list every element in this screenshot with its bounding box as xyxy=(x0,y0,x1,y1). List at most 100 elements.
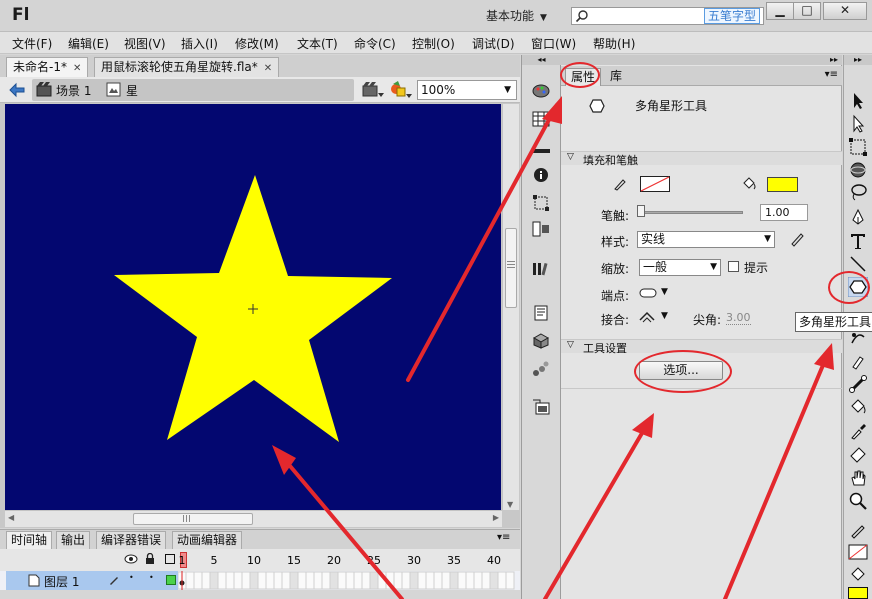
zoom-select[interactable]: 100% ▼ xyxy=(417,80,517,100)
layer-row[interactable]: 图层 1 • • xyxy=(0,571,520,590)
frame-cell[interactable] xyxy=(209,571,219,590)
frame-cell[interactable] xyxy=(185,571,195,590)
selection-tool-icon[interactable] xyxy=(848,91,868,111)
section-fill-stroke[interactable]: ▽ 填充和笔触 xyxy=(561,151,842,167)
frame-cells[interactable] xyxy=(178,571,518,590)
frame-cell[interactable] xyxy=(457,571,467,590)
stroke-color-pencil-icon[interactable] xyxy=(848,520,868,540)
frame-cell[interactable] xyxy=(505,571,515,590)
breadcrumb-scene[interactable]: 场景 1 xyxy=(56,82,91,99)
frame-cell[interactable] xyxy=(401,571,411,590)
frame-cell[interactable] xyxy=(369,571,379,590)
eraser-tool-icon[interactable] xyxy=(848,443,868,463)
info-icon[interactable] xyxy=(532,167,550,183)
stroke-width-input[interactable]: 1.00 xyxy=(760,204,808,221)
frame-cell[interactable] xyxy=(297,571,307,590)
stroke-slider-thumb[interactable] xyxy=(637,205,645,217)
frame-cell[interactable] xyxy=(273,571,283,590)
transform-icon[interactable] xyxy=(532,195,550,211)
menu-text[interactable]: 文本(T) xyxy=(297,35,338,52)
stage-canvas[interactable] xyxy=(5,104,501,510)
menu-help[interactable]: 帮助(H) xyxy=(593,35,635,52)
frame-cell[interactable] xyxy=(249,571,259,590)
paint-bucket-tool-icon[interactable] xyxy=(848,397,868,417)
library-icon[interactable] xyxy=(532,261,550,277)
hand-tool-icon[interactable] xyxy=(848,468,868,488)
join-style-icon[interactable] xyxy=(639,311,655,323)
panel-menu-icon[interactable]: ▾≡ xyxy=(497,532,510,543)
frame-cell[interactable] xyxy=(265,571,275,590)
menu-modify[interactable]: 修改(M) xyxy=(235,35,279,52)
frame-cell[interactable] xyxy=(337,571,347,590)
outline-color-swatch[interactable] xyxy=(166,575,176,585)
frame-cell[interactable] xyxy=(321,571,331,590)
menu-file[interactable]: 文件(F) xyxy=(12,35,52,52)
projector-icon[interactable] xyxy=(532,399,550,415)
fill-color-tool-swatch[interactable] xyxy=(848,587,868,599)
collapse-arrows-icon[interactable]: ▸▸ xyxy=(844,55,872,65)
actions-icon[interactable] xyxy=(532,305,550,321)
frame-cell[interactable] xyxy=(345,571,355,590)
tab-compiler-errors[interactable]: 编译器错误 xyxy=(96,531,167,550)
frame-cell[interactable] xyxy=(233,571,243,590)
menu-control[interactable]: 控制(O) xyxy=(412,35,455,52)
lock-icon[interactable] xyxy=(145,553,155,565)
frame-cell[interactable] xyxy=(425,571,435,590)
frame-cell[interactable] xyxy=(489,571,499,590)
code-snippets-icon[interactable] xyxy=(532,221,550,237)
zoom-tool-icon[interactable] xyxy=(848,491,868,511)
layer-name[interactable]: 图层 1 xyxy=(44,573,79,590)
frame-cell[interactable] xyxy=(433,571,443,590)
fill-bucket-small-icon[interactable] xyxy=(848,565,868,585)
eye-icon[interactable] xyxy=(124,554,138,564)
menu-debug[interactable]: 调试(D) xyxy=(472,35,515,52)
frame-cell[interactable] xyxy=(385,571,395,590)
outline-icon[interactable] xyxy=(165,554,175,564)
frame-cell[interactable] xyxy=(409,571,419,590)
tab-library[interactable]: 库 xyxy=(605,68,627,86)
close-button[interactable]: ✕ xyxy=(823,2,867,20)
frame-cell[interactable] xyxy=(353,571,363,590)
frame-cell[interactable] xyxy=(481,571,491,590)
stroke-slider-track[interactable] xyxy=(637,211,743,214)
frame-cell[interactable] xyxy=(225,571,235,590)
frame-cell[interactable] xyxy=(193,571,203,590)
frame-cell[interactable] xyxy=(497,571,507,590)
hint-checkbox[interactable] xyxy=(728,261,739,272)
free-transform-tool-icon[interactable] xyxy=(848,137,868,157)
motion-presets-icon[interactable] xyxy=(532,361,550,377)
frame-cell[interactable] xyxy=(441,571,451,590)
3d-rotation-tool-icon[interactable] xyxy=(848,160,868,180)
frame-cell[interactable] xyxy=(241,571,251,590)
scroll-thumb[interactable] xyxy=(505,228,517,308)
doc-tab-star-rotate[interactable]: 用鼠标滚轮使五角星旋转.fla* ✕ xyxy=(94,57,280,77)
frame-cell[interactable] xyxy=(449,571,459,590)
fill-color-swatch[interactable] xyxy=(767,177,798,192)
menu-window[interactable]: 窗口(W) xyxy=(531,35,576,52)
lock-dot[interactable]: • xyxy=(149,573,154,582)
stage-horizontal-scrollbar[interactable]: ◀ ▶ xyxy=(5,510,502,527)
frame-cell[interactable] xyxy=(417,571,427,590)
chevron-down-icon[interactable]: ▼ xyxy=(661,311,668,321)
breadcrumb-symbol[interactable]: 星 xyxy=(126,82,138,99)
frame-cell[interactable] xyxy=(305,571,315,590)
style-select[interactable]: 实线 ▼ xyxy=(637,231,775,248)
scale-select[interactable]: 一般 ▼ xyxy=(639,259,721,276)
frame-cell[interactable] xyxy=(217,571,227,590)
chevron-down-icon[interactable]: ▼ xyxy=(661,287,668,297)
scroll-right-icon[interactable]: ▶ xyxy=(493,513,499,522)
subselection-tool-icon[interactable] xyxy=(848,114,868,134)
frame-cell[interactable] xyxy=(201,571,211,590)
edit-scene-icon[interactable] xyxy=(362,81,384,99)
collapse-arrows-icon[interactable]: ◂◂ xyxy=(522,55,561,65)
layer-cell[interactable]: 图层 1 • • xyxy=(6,571,178,590)
tab-timeline[interactable]: 时间轴 xyxy=(6,531,53,550)
frame-cell[interactable] xyxy=(281,571,291,590)
frame-cell[interactable] xyxy=(361,571,371,590)
close-icon[interactable]: ✕ xyxy=(73,63,81,74)
frame-cell[interactable] xyxy=(289,571,299,590)
eyedropper-tool-icon[interactable] xyxy=(848,420,868,440)
text-tool-icon[interactable] xyxy=(848,231,868,251)
stroke-color-swatch[interactable] xyxy=(640,176,670,192)
scroll-down-icon[interactable]: ▼ xyxy=(507,500,513,509)
